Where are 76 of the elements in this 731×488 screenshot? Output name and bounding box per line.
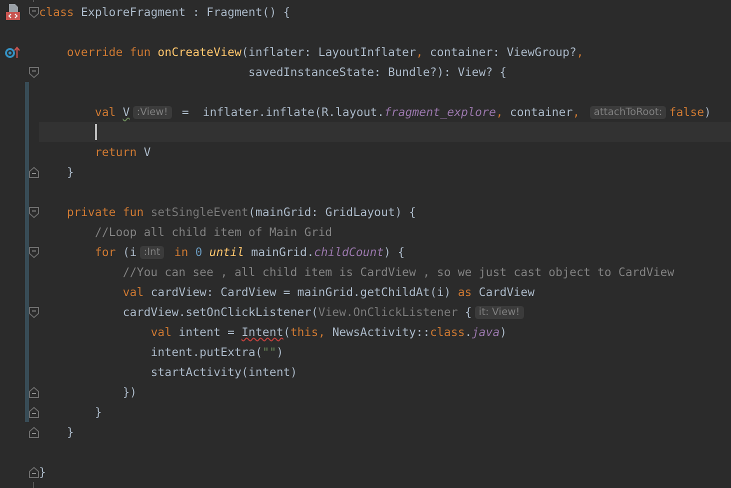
fold-icon[interactable]: [29, 246, 39, 258]
code-text: {: [464, 305, 472, 319]
code-text: cardView: CardView = mainGrid.getChildAt(i): [150, 285, 452, 299]
code-keyword: private fun: [66, 205, 145, 219]
fold-icon[interactable]: [29, 306, 39, 318]
code-text: ) {: [384, 245, 405, 259]
code-keyword: return: [94, 145, 138, 159]
inlay-hint: :View!: [132, 106, 172, 118]
fold-icon[interactable]: [29, 66, 39, 78]
code-string: "": [262, 345, 276, 359]
code-text: (i: [122, 245, 137, 259]
error-code: Intent: [241, 325, 284, 339]
fold-icon[interactable]: [29, 406, 39, 418]
code-punctuation: ,: [416, 45, 424, 59]
code-text: savedInstanceState: Bundle?): View? {: [248, 65, 507, 79]
code-text: V: [144, 145, 151, 159]
inlay-hint: it: View!: [474, 306, 524, 318]
code-keyword: val: [150, 325, 173, 339]
class-file-icon[interactable]: [4, 4, 20, 20]
fold-icon[interactable]: [29, 386, 39, 398]
code-text: ): [500, 325, 507, 339]
code-punctuation: ,: [318, 325, 326, 339]
code-text: ): [704, 105, 712, 119]
override-icon[interactable]: [4, 46, 20, 58]
code-keyword: val: [94, 105, 117, 119]
fold-icon[interactable]: [29, 206, 39, 218]
code-text: startActivity(intent): [150, 365, 298, 379]
inlay-hint: :Int: [140, 246, 164, 258]
code-text: mainGrid.: [251, 245, 314, 259]
function-name: onCreateView: [158, 45, 242, 59]
code-text: NewsActivity::: [332, 325, 430, 339]
unused-code: setSingleEvent: [150, 205, 248, 219]
code-text: ): [276, 345, 284, 359]
code-keyword: class: [39, 5, 75, 19]
code-text: (inflater: LayoutInflater: [241, 45, 416, 59]
code-punctuation: ,: [576, 45, 584, 59]
code-property: fragment_explore: [384, 105, 496, 119]
unused-code: View.OnClickListener: [318, 305, 458, 319]
code-property: java: [472, 325, 500, 339]
code-text: CardView: [478, 285, 535, 299]
code-text: (mainGrid: GridLayout) {: [248, 205, 416, 219]
code-text: .: [464, 325, 472, 339]
code-keyword: until: [209, 245, 244, 259]
code-keyword: this: [290, 325, 318, 339]
code-keyword: override fun: [66, 45, 152, 59]
code-punctuation: ,: [572, 105, 581, 119]
code-punctuation: ,: [496, 105, 504, 119]
code-comment: //Loop all child item of Main Grid: [94, 225, 332, 239]
fold-icon[interactable]: [29, 466, 39, 478]
code-text: }: [94, 405, 102, 419]
code-text: ExploreFragment : Fragment() {: [80, 5, 290, 19]
code-text: V: [122, 105, 130, 119]
code-keyword: val: [122, 285, 145, 299]
code-text: }): [122, 385, 137, 399]
code-text: container: [510, 105, 573, 119]
code-text: intent =: [178, 325, 236, 339]
code-keyword: in: [174, 245, 190, 259]
inlay-hint: attachToRoot:: [590, 106, 666, 118]
fold-icon[interactable]: [29, 166, 39, 178]
code-text: }: [66, 425, 74, 439]
code-property: childCount: [314, 245, 384, 259]
code-keyword: as: [458, 285, 473, 299]
code-comment: //You can see , all child item is CardView , so we just cast object to CardView: [122, 265, 674, 279]
code-text: }: [66, 165, 74, 179]
code-keyword: class: [430, 325, 465, 339]
code-text: cardView.setOnClickListener(: [122, 305, 318, 319]
code-keyword: false: [669, 105, 704, 119]
code-text: = inflater.inflate(R.layout.: [182, 105, 384, 119]
code-text: container: ViewGroup?: [430, 45, 577, 59]
code-text: (: [283, 325, 290, 339]
fold-icon[interactable]: [29, 426, 39, 438]
code-keyword: for: [94, 245, 117, 259]
code-text: }: [39, 465, 46, 479]
code-number: 0: [195, 245, 202, 259]
fold-icon[interactable]: [29, 6, 39, 18]
code-text: intent.putExtra(: [150, 345, 262, 359]
